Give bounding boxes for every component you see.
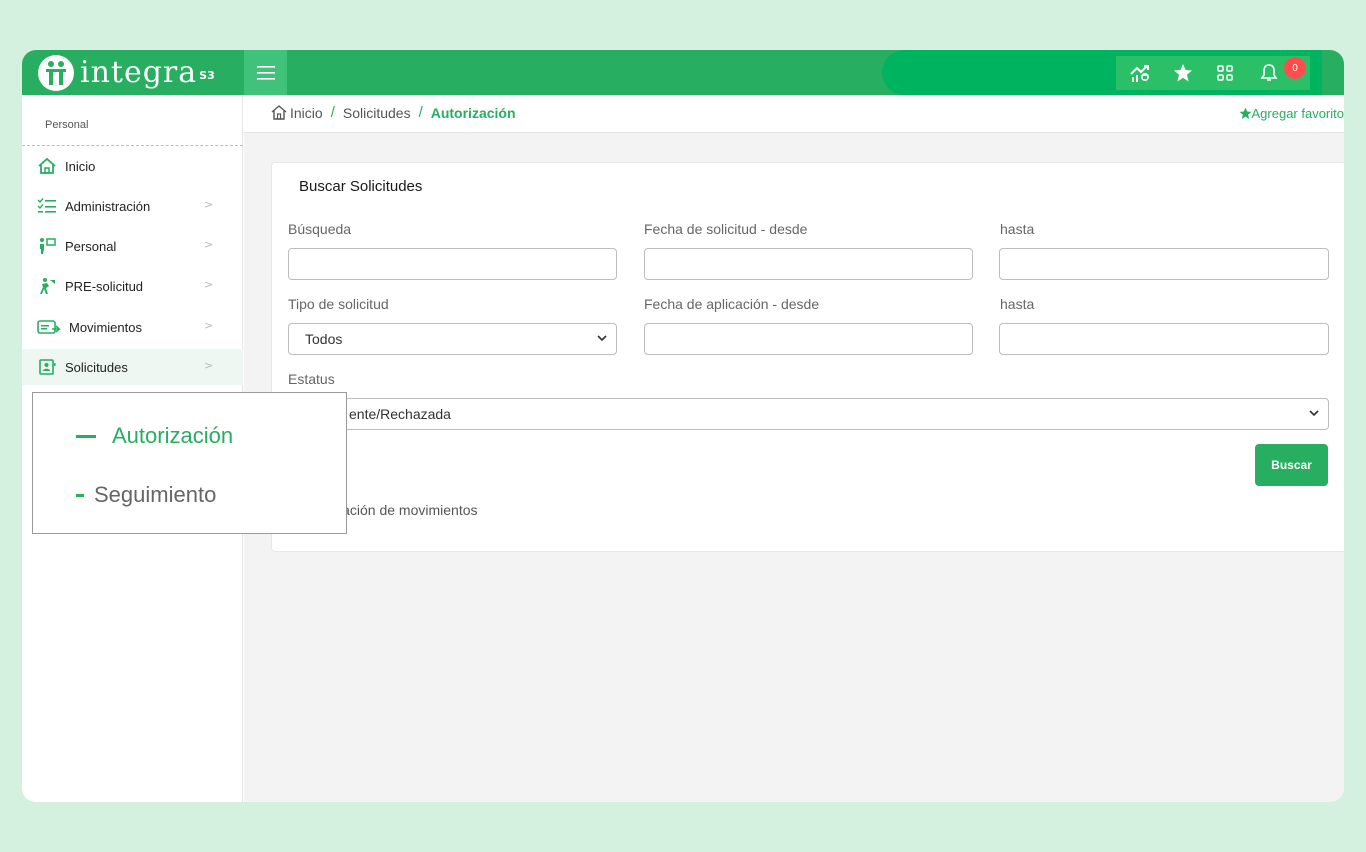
breadcrumb-bar: Inicio / Solicitudes / Autorización Agre… bbox=[244, 95, 1344, 133]
fecha-aplicacion-hasta-input[interactable] bbox=[999, 323, 1329, 355]
card-transfer-icon bbox=[36, 316, 62, 338]
chevron-right-icon: > bbox=[204, 238, 214, 251]
sidebar-item-label: Movimientos bbox=[69, 319, 142, 335]
fecha-solicitud-hasta-input[interactable] bbox=[999, 248, 1329, 280]
submenu-item-autorizacion[interactable]: Autorización bbox=[76, 423, 233, 449]
brand-name: integra bbox=[80, 55, 198, 90]
sidebar-item-label: Administración bbox=[65, 198, 151, 214]
apps-button[interactable] bbox=[1210, 58, 1240, 88]
analytics-button[interactable] bbox=[1126, 58, 1156, 88]
breadcrumb-separator: / bbox=[418, 104, 423, 121]
tipo-solicitud-label: Tipo de solicitud bbox=[288, 296, 389, 312]
logo-icon bbox=[38, 55, 74, 91]
sidebar-item-administracion[interactable]: Administración > bbox=[22, 188, 243, 224]
checklist-icon bbox=[36, 195, 58, 217]
movements-note: ización de movimientos bbox=[332, 502, 478, 518]
sidebar-item-label: Solicitudes bbox=[65, 359, 128, 375]
person-running-icon bbox=[36, 275, 58, 297]
busqueda-label: Búsqueda bbox=[288, 221, 352, 237]
fecha-aplicacion-desde-label: Fecha de aplicación - desde bbox=[644, 296, 820, 312]
chevron-down-icon bbox=[1309, 410, 1319, 417]
estatus-select[interactable]: ente/Rechazada bbox=[288, 398, 1329, 430]
sidebar-section-title: Personal bbox=[45, 119, 89, 131]
sidebar-section-header: Personal bbox=[22, 95, 243, 146]
sidebar-item-inicio[interactable]: Inicio bbox=[22, 148, 243, 184]
main-content: Inicio / Solicitudes / Autorización Agre… bbox=[244, 95, 1344, 802]
submenu-item-seguimiento[interactable]: Seguimiento bbox=[76, 482, 216, 508]
search-button[interactable]: Buscar bbox=[1255, 444, 1328, 486]
sidebar-item-pre-solicitud[interactable]: PRE-solicitud > bbox=[22, 268, 243, 304]
brand-logo[interactable]: integra S3 bbox=[38, 54, 215, 92]
sidebar-item-movimientos[interactable]: Movimientos > bbox=[22, 309, 243, 345]
active-dash-icon bbox=[76, 434, 96, 438]
home-icon bbox=[36, 155, 58, 177]
sidebar-item-personal[interactable]: Personal > bbox=[22, 228, 243, 264]
bell-icon bbox=[1260, 64, 1278, 81]
topbar-icon-group bbox=[1116, 56, 1310, 90]
dash-icon bbox=[76, 493, 84, 497]
busqueda-input[interactable] bbox=[288, 248, 617, 280]
fecha-solicitud-desde-input[interactable] bbox=[644, 248, 973, 280]
fecha-aplicacion-desde-input[interactable] bbox=[644, 323, 973, 355]
fecha-solicitud-desde-label: Fecha de solicitud - desde bbox=[644, 221, 808, 237]
menu-toggle-button[interactable] bbox=[244, 50, 287, 95]
person-board-icon bbox=[36, 235, 58, 257]
search-card: Buscar Solicitudes Búsqueda Fecha de sol… bbox=[271, 162, 1344, 552]
sidebar-item-solicitudes[interactable]: Solicitudes > bbox=[22, 349, 243, 385]
home-icon bbox=[271, 105, 287, 120]
solicitudes-submenu: Autorización Seguimiento bbox=[32, 392, 347, 534]
notifications-button[interactable] bbox=[1254, 58, 1284, 88]
estatus-label: Estatus bbox=[288, 371, 335, 387]
sidebar-item-label: PRE-solicitud bbox=[65, 278, 144, 294]
top-bar: integra S3 0 bbox=[22, 50, 1344, 95]
chevron-right-icon: > bbox=[204, 278, 214, 291]
breadcrumb-home-link[interactable]: Inicio bbox=[290, 105, 323, 121]
add-favorite-link[interactable]: Agregar favorito bbox=[1239, 106, 1345, 121]
breadcrumb-current: Autorización bbox=[430, 104, 516, 121]
favorites-button[interactable] bbox=[1168, 58, 1198, 88]
brand-suffix: S3 bbox=[199, 68, 215, 82]
add-favorite-label: Agregar favorito bbox=[1251, 106, 1345, 121]
apps-grid-icon bbox=[1217, 65, 1233, 81]
chevron-right-icon: > bbox=[204, 198, 214, 211]
submenu-item-label: Seguimiento bbox=[94, 482, 217, 507]
tipo-solicitud-select[interactable]: Todos bbox=[288, 323, 617, 355]
sidebar-item-label: Inicio bbox=[65, 158, 96, 174]
notification-count-badge: 0 bbox=[1284, 57, 1306, 79]
fecha-aplicacion-hasta-label: hasta bbox=[1000, 296, 1035, 312]
card-title: Buscar Solicitudes bbox=[299, 178, 423, 195]
star-icon bbox=[1239, 107, 1251, 120]
sidebar-item-label: Personal bbox=[65, 238, 117, 254]
fecha-solicitud-hasta-label: hasta bbox=[1000, 221, 1035, 237]
chart-growth-icon bbox=[1130, 65, 1149, 82]
estatus-value: ente/Rechazada bbox=[349, 406, 451, 422]
chevron-right-icon: > bbox=[204, 359, 214, 372]
breadcrumb: Inicio / Solicitudes / Autorización bbox=[271, 104, 516, 121]
tipo-solicitud-value: Todos bbox=[305, 331, 343, 347]
breadcrumb-separator: / bbox=[330, 104, 335, 121]
contact-card-icon bbox=[36, 356, 58, 378]
chevron-right-icon: > bbox=[204, 319, 214, 332]
breadcrumb-parent-link[interactable]: Solicitudes bbox=[343, 105, 411, 121]
submenu-item-label: Autorización bbox=[112, 423, 234, 448]
hamburger-icon bbox=[256, 65, 275, 80]
chevron-down-icon bbox=[597, 335, 607, 342]
star-icon bbox=[1174, 64, 1192, 82]
